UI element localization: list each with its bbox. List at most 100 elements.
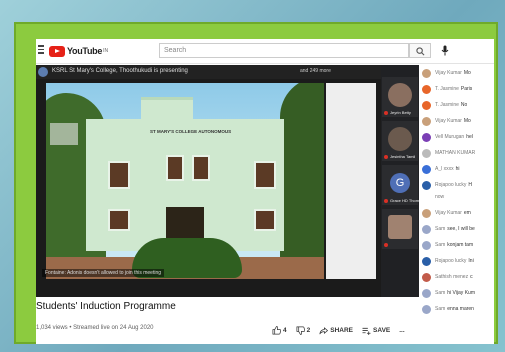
mic-off-icon: [384, 111, 388, 115]
chat-message: Vijay Kumar em: [420, 205, 494, 221]
chat-message: now: [420, 189, 494, 205]
share-icon: [319, 326, 329, 334]
meeting-top-bar: KSRL St Mary's College, Thoothukudi is p…: [36, 65, 381, 79]
playlist-add-icon: [362, 327, 371, 335]
thumbs-down-icon: [296, 326, 305, 335]
video-actions: 4 2 SHARE SAVE ...: [272, 326, 405, 335]
chat-text: Mo: [463, 118, 471, 124]
chat-avatar: [422, 148, 431, 158]
participant-name: Jeyrin Betty: [390, 110, 411, 115]
chat-text: hi: [455, 166, 460, 172]
search-icon: [416, 47, 425, 56]
chat-author: A_l xxxx: [435, 166, 454, 172]
chat-avatar: [422, 116, 431, 126]
participant-initial: G: [390, 173, 410, 193]
youtube-header: YouTube IN Search: [36, 39, 494, 64]
chat-avatar: [422, 132, 431, 142]
chat-avatar: [422, 84, 431, 94]
dislike-count: 2: [306, 327, 311, 334]
chat-author: Sathish menez: [435, 274, 469, 280]
chat-avatar: [422, 68, 431, 78]
thumbs-up-icon: [272, 326, 281, 335]
chat-author: Rojapoo lucky: [435, 182, 467, 188]
chat-text: em: [463, 210, 471, 216]
search-button[interactable]: [409, 43, 431, 58]
channel-avatar: [38, 67, 48, 77]
chat-text: hi Vijay Kum: [447, 290, 475, 296]
participant-avatar: [388, 215, 412, 239]
chat-message: A_l xxxx hi: [420, 161, 494, 177]
chat-author: Rojapoo lucky: [435, 258, 467, 264]
more-actions-button[interactable]: ...: [399, 327, 404, 334]
chat-avatar: [422, 240, 431, 250]
meeting-notice: Fontaine: Adonis doesn't allowed to join…: [42, 269, 165, 277]
chat-author: Sam: [435, 306, 446, 312]
participant-tile[interactable]: Jeyrin Betty: [382, 77, 418, 117]
chat-author: MATHAN KUMAR: [435, 150, 476, 156]
mic-off-icon: [384, 243, 388, 247]
meeting-title: KSRL St Mary's College, Thoothukudi is p…: [52, 68, 188, 74]
chat-text: konjam tam: [447, 242, 474, 248]
chat-avatar: [422, 224, 431, 234]
more-icon: ...: [399, 327, 405, 334]
chat-message: Sam enna maren: [420, 301, 494, 317]
like-button[interactable]: 4: [272, 326, 287, 335]
chat-author: Vell Murugan: [435, 134, 465, 140]
save-label: SAVE: [373, 327, 391, 334]
search-input[interactable]: Search: [159, 43, 409, 58]
video-player[interactable]: KSRL St Mary's College, Thoothukudi is p…: [36, 65, 381, 297]
chat-message: MATHAN KUMAR: [420, 145, 494, 161]
mic-off-icon: [384, 199, 388, 203]
chat-message: Sam see, I will be: [420, 221, 494, 237]
participant-tile[interactable]: Jesintha Tamil: [382, 121, 418, 161]
chat-avatar: [422, 192, 431, 202]
mic-off-icon: [384, 155, 388, 159]
chat-text: see, I will be: [447, 226, 475, 232]
microphone-icon[interactable]: [441, 45, 449, 56]
chat-message: Sathish menez c: [420, 269, 494, 285]
chat-avatar: [422, 100, 431, 110]
chat-author: Sam: [435, 226, 446, 232]
participant-tile[interactable]: [382, 209, 418, 249]
chat-text: hel: [466, 134, 473, 140]
dislike-button[interactable]: 2: [296, 326, 311, 335]
chat-avatar: [422, 164, 431, 174]
participant-tile[interactable]: G Grace HD Thom: [382, 165, 419, 205]
chat-avatar: [422, 256, 431, 266]
chat-author: Vijay Kumar: [435, 118, 462, 124]
participants-strip: Jeyrin Betty Jesintha Tamil G Grace HD T…: [381, 65, 419, 297]
menu-icon[interactable]: [38, 45, 44, 55]
participant-avatar: [388, 83, 412, 107]
share-button[interactable]: SHARE: [319, 326, 353, 335]
video-meta: 1,034 views • Streamed live on 24 Aug 20…: [36, 325, 154, 331]
chat-avatar: [422, 272, 431, 282]
building-sign: ST MARY'S COLLEGE AUTONOMOUS: [150, 129, 232, 134]
logo-text: YouTube: [67, 46, 103, 56]
chat-avatar: [422, 304, 431, 314]
like-count: 4: [283, 327, 287, 334]
chat-author: Vijay Kumar: [435, 210, 462, 216]
browser-screen: YouTube IN Search KSRL St Mary's College…: [36, 39, 494, 344]
chat-text: No: [460, 102, 468, 108]
tree-right: [280, 83, 324, 279]
chat-message: T. Jasmine Paris: [420, 81, 494, 97]
chat-author: T. Jasmine: [435, 102, 459, 108]
save-button[interactable]: SAVE: [362, 327, 390, 335]
chat-text: c: [470, 274, 473, 280]
chat-text: Mo: [463, 70, 471, 76]
chat-message: Rojapoo lucky Ini: [420, 253, 494, 269]
participant-avatar: [388, 127, 412, 151]
chat-avatar: [422, 288, 431, 298]
presentation-frame: YouTube IN Search KSRL St Mary's College…: [14, 22, 498, 344]
chat-message: Vijay Kumar Mo: [420, 65, 494, 81]
overlay-card: [50, 123, 78, 145]
chat-author: now: [435, 194, 445, 200]
chat-avatar: [422, 208, 431, 218]
video-title: Students' Induction Programme: [36, 301, 176, 312]
chat-message: Vijay Kumar Mo: [420, 113, 494, 129]
chat-message: Sam hi Vijay Kum: [420, 285, 494, 301]
chat-message: T. Jasmine No: [420, 97, 494, 113]
video-side-panel: [326, 83, 376, 279]
chat-author: Vijay Kumar: [435, 70, 462, 76]
youtube-logo[interactable]: YouTube IN: [49, 45, 108, 57]
